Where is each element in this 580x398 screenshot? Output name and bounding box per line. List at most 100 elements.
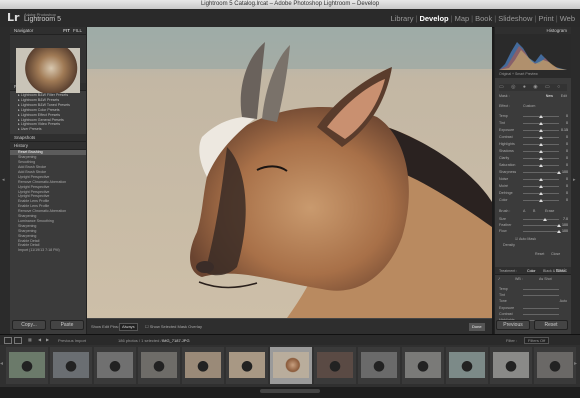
slider-track[interactable] [523, 185, 559, 188]
filmstrip-scrollbar[interactable] [260, 389, 320, 393]
slider-shadows[interactable]: Shadows 0 [495, 149, 571, 154]
slider-track[interactable] [523, 122, 559, 125]
brush-b[interactable]: B [533, 209, 535, 213]
history-step[interactable]: Import (11/19/13 7:18 PM) [10, 248, 86, 253]
slider-knob[interactable] [539, 199, 543, 202]
left-panel-edge[interactable]: ◂ [0, 27, 10, 334]
filmstrip-thumbnail[interactable] [446, 347, 488, 384]
slider-track[interactable] [523, 230, 561, 233]
eyedropper-icon[interactable]: ⁄ [499, 277, 500, 281]
module-map[interactable]: Map [455, 14, 470, 23]
slider-knob[interactable] [557, 224, 561, 227]
filmstrip-thumbnail[interactable] [138, 347, 180, 384]
slider-knob[interactable] [539, 178, 543, 181]
basic-contrast-slider[interactable]: Contrast [495, 312, 571, 317]
paste-button[interactable]: Paste [50, 320, 84, 330]
basic-tint-slider[interactable]: Tint [495, 293, 571, 298]
reset-button[interactable]: Reset [534, 320, 568, 330]
slider-track[interactable] [523, 199, 559, 202]
filmstrip-thumbnail[interactable] [182, 347, 224, 384]
brush-a[interactable]: A [523, 209, 525, 213]
slider-size[interactable]: Size 7.0 [495, 217, 571, 222]
slider-knob[interactable] [539, 143, 543, 146]
module-book[interactable]: Book [475, 14, 492, 23]
main-photo[interactable] [87, 27, 492, 318]
module-web[interactable]: Web [560, 14, 575, 23]
done-button[interactable]: Done [469, 323, 485, 331]
slider-tint[interactable]: Tint 0 [495, 121, 571, 126]
brush-erase[interactable]: Erase [545, 209, 554, 213]
slider-track[interactable] [523, 192, 559, 195]
edit-pins-select[interactable]: Always [119, 323, 138, 331]
previous-button[interactable]: Previous [496, 320, 530, 330]
filmstrip-source[interactable]: Previous Import [58, 338, 86, 343]
slider-track[interactable] [523, 224, 561, 227]
slider-clarity[interactable]: Clarity 0 [495, 156, 571, 161]
slider-track[interactable] [523, 218, 559, 221]
slider-sharpness[interactable]: Sharpness 100 [495, 170, 571, 175]
filmstrip-thumbnail[interactable] [402, 347, 444, 384]
copy-button[interactable]: Copy... [12, 320, 46, 330]
slider-knob[interactable] [539, 115, 543, 118]
slider-track[interactable] [523, 164, 559, 167]
navigator-thumbnail[interactable] [16, 48, 80, 93]
slider-knob[interactable] [539, 157, 543, 160]
slider-flow[interactable]: Flow 100 [495, 229, 571, 234]
slider-feather[interactable]: Feather 100 [495, 223, 571, 228]
slider-knob[interactable] [539, 122, 543, 125]
treatment-color[interactable]: Color [527, 269, 536, 273]
slider-knob[interactable] [539, 129, 543, 132]
slider-knob[interactable] [539, 192, 543, 195]
slider-knob[interactable] [557, 171, 561, 174]
slider-track[interactable] [523, 115, 559, 118]
slider-track[interactable] [523, 171, 561, 174]
filmstrip-thumbnail[interactable] [534, 347, 576, 384]
module-library[interactable]: Library [391, 14, 414, 23]
forward-arrow-icon[interactable]: ▶ [46, 337, 49, 342]
slider-knob[interactable] [557, 230, 561, 233]
snapshots-header[interactable]: Snapshots [10, 134, 86, 143]
slider-knob[interactable] [539, 136, 543, 139]
slider-track[interactable] [523, 143, 559, 146]
slider-track[interactable] [523, 129, 559, 132]
mask-new[interactable]: New [546, 94, 553, 98]
slider-saturation[interactable]: Saturation 0 [495, 163, 571, 168]
auto-mask-checkbox[interactable]: ☑ Auto Mask [515, 237, 536, 241]
filmstrip-thumbnail[interactable] [226, 347, 268, 384]
slider-knob[interactable] [543, 218, 547, 221]
slider-defringe[interactable]: Defringe 0 [495, 191, 571, 196]
slider-track[interactable] [523, 178, 559, 181]
overlay-checkbox-label[interactable]: ☐ Show Selected Mask Overlay [145, 324, 202, 329]
filmstrip-thumbnail[interactable] [50, 347, 92, 384]
bottom-edge[interactable] [0, 387, 580, 398]
slider-track[interactable] [523, 157, 559, 160]
slider-knob[interactable] [539, 185, 543, 188]
slider-contrast[interactable]: Contrast 0 [495, 135, 571, 140]
filmstrip-thumbnail[interactable] [6, 347, 48, 384]
zoom-fill[interactable]: FILL [69, 27, 82, 34]
module-develop[interactable]: Develop [419, 14, 448, 23]
slider-noise[interactable]: Noise 0 [495, 177, 571, 182]
grid-view-icon[interactable]: ▦ [28, 337, 32, 342]
filmstrip-thumbnail[interactable] [314, 347, 356, 384]
slider-highlights[interactable]: Highlights 0 [495, 142, 571, 147]
preset-folder[interactable]: ▸ User Presets [10, 127, 86, 132]
basic-exposure-slider[interactable]: Exposure [495, 306, 571, 311]
slider-exposure[interactable]: Exposure 0.15 [495, 128, 571, 133]
filmstrip-thumbnail[interactable] [490, 347, 532, 384]
navigator-header[interactable]: Navigator FIT FILL [10, 27, 86, 35]
module-slideshow[interactable]: Slideshow [498, 14, 532, 23]
history-header[interactable]: History [10, 142, 86, 151]
slider-knob[interactable] [539, 164, 543, 167]
wb-select[interactable]: As Shot [539, 277, 552, 281]
filmstrip-thumbnail[interactable] [94, 347, 136, 384]
right-panel-edge[interactable]: ▸ [570, 27, 580, 334]
brush-close[interactable]: Close [551, 252, 560, 256]
filter-select[interactable]: Filters Off [524, 337, 550, 344]
mask-edit[interactable]: Edit [561, 94, 567, 98]
slider-moir[interactable]: Moiré 0 [495, 184, 571, 189]
basic-temp-slider[interactable]: Temp [495, 287, 571, 292]
slider-temp[interactable]: Temp 0 [495, 114, 571, 119]
filmstrip-thumbnail[interactable] [358, 347, 400, 384]
effect-select[interactable]: Custom [523, 104, 535, 108]
